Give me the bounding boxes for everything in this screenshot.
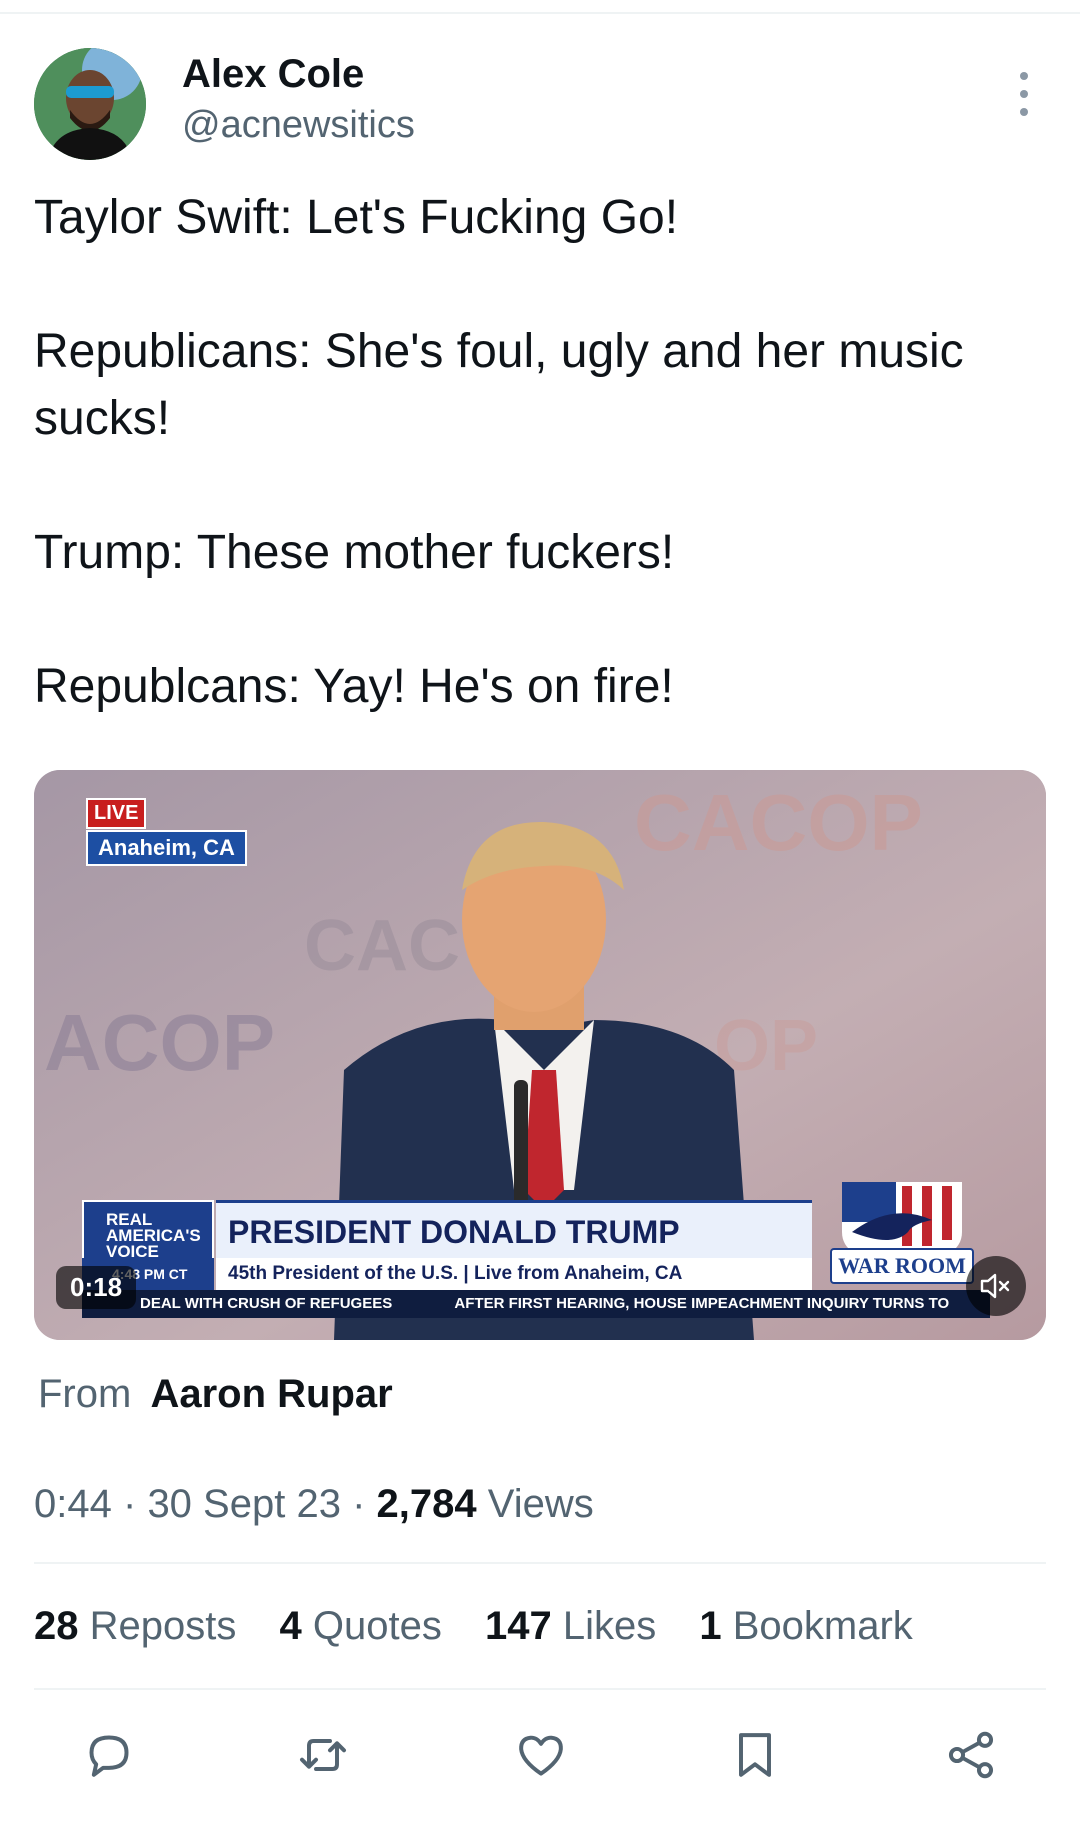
author-name[interactable]: Alex Cole [182, 52, 364, 97]
source-prefix: From [38, 1372, 132, 1416]
likes-count: 147 [484, 1604, 552, 1648]
more-vertical-icon [1020, 72, 1028, 80]
tweet-line: Trump: These mother fuckers! [34, 526, 675, 579]
engagement-stats: 28 Reposts 4 Quotes 147 Likes 1 Bookmark [34, 1604, 945, 1649]
quotes-label: Quotes [312, 1604, 442, 1648]
live-badge: LIVE [86, 798, 147, 829]
share-button[interactable] [938, 1722, 1004, 1788]
ticker-item: DEAL WITH CRUSH OF REFUGEES [140, 1295, 393, 1312]
share-icon [948, 1731, 994, 1779]
quotes-count: 4 [279, 1604, 302, 1648]
war-room-logo: WAR ROOM [812, 1172, 976, 1290]
brand-label: WAR ROOM [830, 1248, 974, 1284]
reposts-label: Reposts [89, 1604, 237, 1648]
meta-separator: · [122, 1482, 137, 1526]
divider [34, 1562, 1046, 1564]
subline: 45th President of the U.S. | Live from A… [216, 1258, 812, 1290]
video-source: From Aaron Rupar [38, 1372, 393, 1417]
views-count: 2,784 [376, 1482, 477, 1526]
meta-separator: · [352, 1482, 366, 1526]
repost-icon [300, 1739, 346, 1771]
reposts-count: 28 [34, 1604, 79, 1648]
bookmarks-stat[interactable]: 1 Bookmark [699, 1604, 912, 1648]
headline: PRESIDENT DONALD TRUMP [216, 1200, 812, 1258]
more-vertical-icon-dot [1020, 90, 1028, 98]
ticker-item: AFTER FIRST HEARING, HOUSE IMPEACHMENT I… [454, 1295, 950, 1312]
like-button[interactable] [508, 1722, 574, 1788]
reply-icon [89, 1735, 129, 1777]
likes-label: Likes [562, 1604, 657, 1648]
action-bar [0, 1722, 1080, 1788]
svg-text:CACOP: CACOP [634, 778, 923, 867]
author-handle[interactable]: @acnewsitics [182, 104, 415, 147]
more-vertical-icon-dot [1020, 108, 1028, 116]
news-ticker: DEAL WITH CRUSH OF REFUGEES AFTER FIRST … [82, 1290, 990, 1318]
tweet-text: Taylor Swift: Let's Fucking Go! Republic… [34, 184, 1054, 720]
svg-text:CAC: CAC [304, 906, 460, 986]
more-options-button[interactable] [1012, 72, 1036, 116]
tweet-time[interactable]: 0:44 [34, 1482, 112, 1526]
source-author-link[interactable]: Aaron Rupar [150, 1372, 392, 1416]
avatar-image [34, 48, 146, 160]
news-lower-third: REAL AMERICA'S VOICE PRESIDENT DONALD TR… [82, 1182, 990, 1330]
tweet-meta: 0:44 · 30 Sept 23 · 2,784 Views [34, 1482, 594, 1527]
quotes-stat[interactable]: 4 Quotes [280, 1604, 442, 1648]
divider [34, 1688, 1046, 1690]
likes-stat[interactable]: 147 Likes [485, 1604, 656, 1648]
heart-icon [519, 1735, 563, 1776]
top-divider [0, 12, 1080, 14]
location-badge: Anaheim, CA [86, 830, 247, 866]
reposts-stat[interactable]: 28 Reposts [34, 1604, 236, 1648]
backdrop-text: ACOP [44, 998, 275, 1087]
views-label: Views [487, 1482, 594, 1526]
video-player[interactable]: ACOP CACOP CAC OP LIVE Anaheim, CA REAL … [34, 770, 1046, 1340]
video-duration: 0:18 [56, 1266, 137, 1309]
repost-button[interactable] [290, 1722, 356, 1788]
tweet-date[interactable]: 30 Sept 23 [147, 1482, 341, 1526]
mute-button[interactable] [966, 1256, 1026, 1316]
bookmark-button[interactable] [722, 1722, 788, 1788]
tweet-line: Republcans: Yay! He's on fire! [34, 660, 674, 713]
tweet-line: Taylor Swift: Let's Fucking Go! [34, 191, 679, 244]
tweet-line: Republicans: She's foul, ugly and her mu… [34, 325, 964, 445]
bookmarks-label: Bookmark [732, 1604, 913, 1648]
bookmarks-count: 1 [699, 1604, 722, 1648]
volume-muted-icon [980, 1273, 1010, 1299]
author-avatar[interactable] [34, 48, 146, 160]
reply-button[interactable] [76, 1722, 142, 1788]
bookmark-icon [739, 1733, 771, 1777]
